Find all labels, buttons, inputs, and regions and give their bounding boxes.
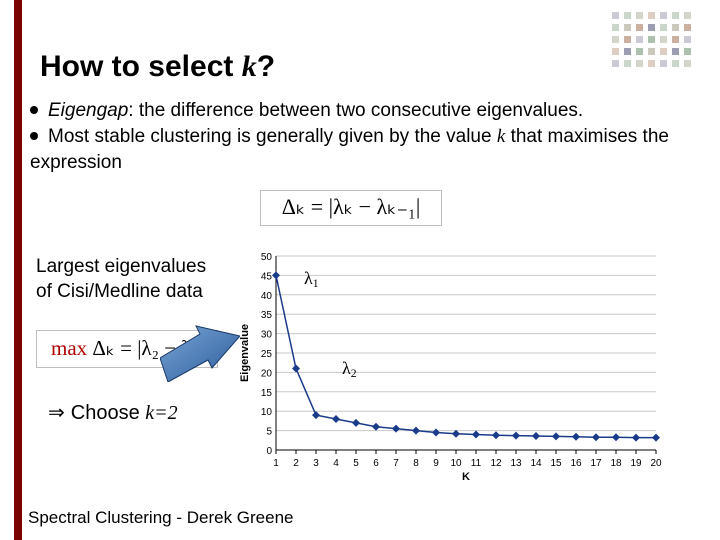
svg-text:25: 25 <box>261 349 273 360</box>
pointer-arrow-icon <box>160 312 240 382</box>
svg-text:2: 2 <box>293 458 299 469</box>
title-suffix: ? <box>257 50 275 83</box>
bullet-2: Most stable clustering is generally give… <box>30 124 690 175</box>
bullet-dot-icon <box>30 106 38 114</box>
svg-text:30: 30 <box>261 330 273 341</box>
svg-text:35: 35 <box>261 310 273 321</box>
chart-svg: 0510152025303540455012345678910111213141… <box>236 250 666 490</box>
svg-text:5: 5 <box>266 427 272 438</box>
eq2-max: max <box>51 336 92 360</box>
svg-text:20: 20 <box>650 458 662 469</box>
svg-text:1: 1 <box>273 458 279 469</box>
svg-text:10: 10 <box>450 458 462 469</box>
title-var: k <box>242 50 257 83</box>
svg-text:45: 45 <box>261 271 273 282</box>
svg-text:14: 14 <box>530 458 542 469</box>
svg-text:50: 50 <box>261 252 273 263</box>
svg-text:0: 0 <box>266 446 272 457</box>
largest-caption: Largest eigenvalues of Cisi/Medline data <box>36 255 206 304</box>
svg-text:3: 3 <box>313 458 319 469</box>
lambda1-label: λ1 <box>304 268 319 290</box>
accent-bar <box>14 0 22 540</box>
svg-text:19: 19 <box>630 458 642 469</box>
eigenvalue-chart: 0510152025303540455012345678910111213141… <box>236 250 666 490</box>
choose-a: Choose <box>71 402 146 424</box>
svg-text:12: 12 <box>490 458 502 469</box>
page-title: How to select k? <box>40 50 275 84</box>
svg-text:16: 16 <box>570 458 582 469</box>
svg-text:5: 5 <box>353 458 359 469</box>
svg-text:4: 4 <box>333 458 339 469</box>
svg-text:18: 18 <box>610 458 622 469</box>
svg-text:Eigenvalue: Eigenvalue <box>239 324 251 382</box>
bullet-1-term: Eigengap <box>48 100 128 121</box>
svg-text:15: 15 <box>550 458 562 469</box>
implies-icon: ⇒ <box>48 402 65 424</box>
equation-delta-k: Δₖ = |λₖ − λₖ₋₁| <box>260 190 442 226</box>
lambda2-label: λ2 <box>342 358 357 380</box>
svg-text:13: 13 <box>510 458 522 469</box>
bullet-dot-icon <box>30 132 38 140</box>
choose-b: k=2 <box>145 402 177 424</box>
svg-text:7: 7 <box>393 458 399 469</box>
svg-text:6: 6 <box>373 458 379 469</box>
svg-text:8: 8 <box>413 458 419 469</box>
largest-line2: of Cisi/Medline data <box>36 280 206 305</box>
footer: Spectral Clustering - Derek Greene <box>28 508 294 528</box>
svg-text:40: 40 <box>261 291 273 302</box>
svg-text:10: 10 <box>261 407 273 418</box>
bullet-1: Eigengap: the difference between two con… <box>30 98 690 124</box>
bullet-2-a: Most stable clustering is generally give… <box>48 126 497 147</box>
largest-line1: Largest eigenvalues <box>36 255 206 280</box>
svg-text:15: 15 <box>261 388 273 399</box>
choose-line: ⇒ Choose k=2 <box>48 400 178 425</box>
svg-text:11: 11 <box>471 458 482 469</box>
title-prefix: How to select <box>40 50 242 83</box>
svg-text:9: 9 <box>433 458 439 469</box>
corner-decoration <box>612 12 702 72</box>
svg-text:K: K <box>462 471 470 483</box>
svg-text:17: 17 <box>590 458 602 469</box>
svg-text:20: 20 <box>261 368 273 379</box>
bullet-1-rest: : the difference between two consecutive… <box>128 100 583 121</box>
